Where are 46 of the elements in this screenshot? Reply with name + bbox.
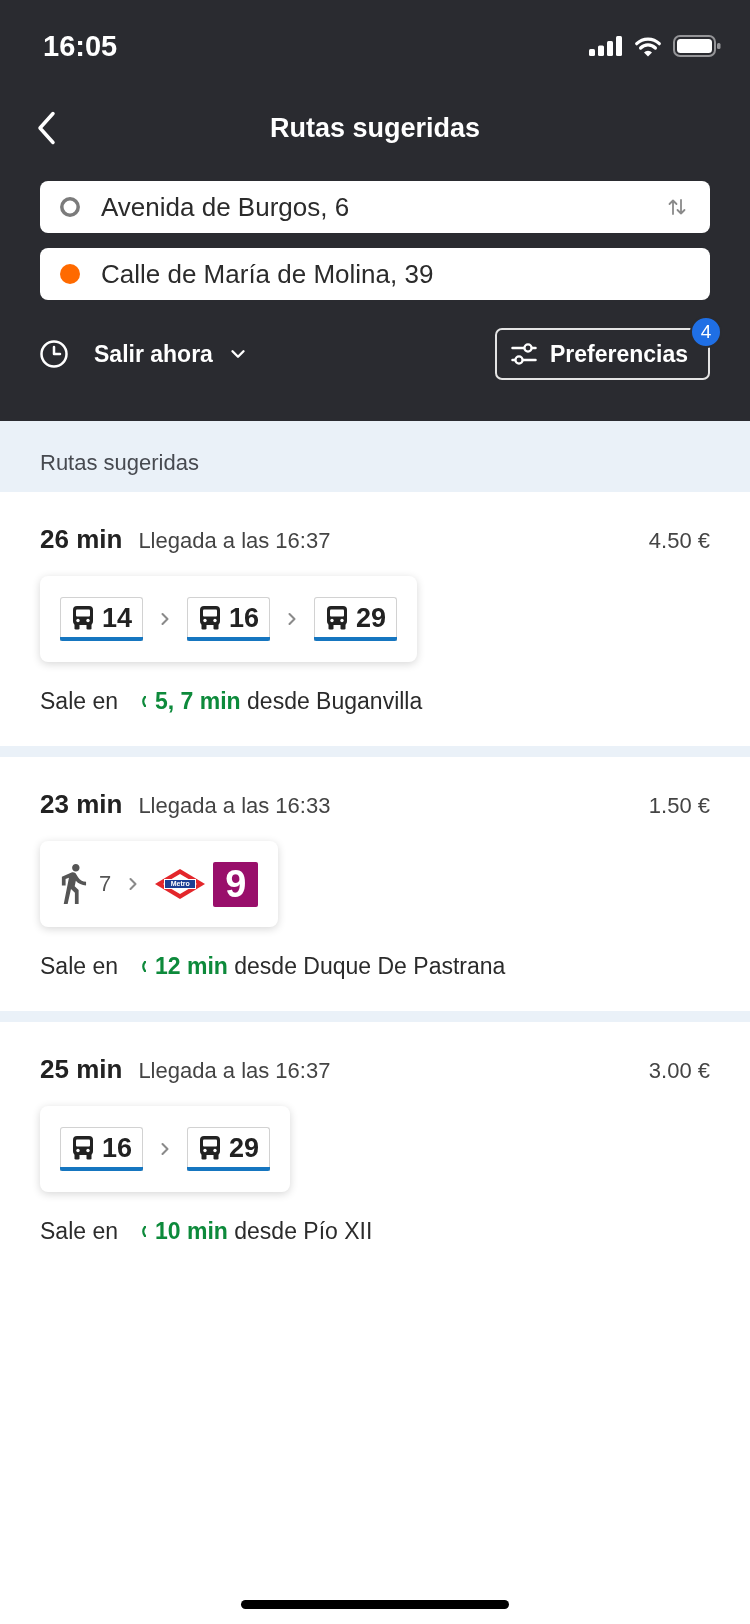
signal-icon bbox=[589, 36, 623, 56]
count-badge: 4 bbox=[690, 316, 722, 348]
trip-price: 3.00 € bbox=[648, 1057, 710, 1085]
sliders-icon bbox=[511, 343, 537, 365]
bus-icon bbox=[198, 1135, 223, 1160]
arrival-time: Llegada a las 16:33 bbox=[138, 792, 331, 820]
departure-label: Sale en bbox=[40, 688, 118, 714]
line-badge: 9 bbox=[213, 861, 259, 907]
line-number: 29 bbox=[229, 1132, 260, 1163]
departure-info: 10 min desde Pío XII bbox=[155, 1218, 373, 1244]
trip-duration: 25 min bbox=[40, 1053, 123, 1085]
section-title: Rutas sugeridas bbox=[40, 450, 199, 476]
bus-icon bbox=[325, 605, 350, 630]
bus-icon bbox=[71, 605, 95, 630]
arc-icon bbox=[141, 1225, 146, 1237]
arc-icon bbox=[141, 695, 146, 707]
walk-minutes: 7 bbox=[99, 870, 112, 898]
line-number: 29 bbox=[356, 602, 387, 633]
arrival-time: Llegada a las 16:37 bbox=[138, 1057, 331, 1085]
bus-icon bbox=[198, 605, 223, 630]
line-number: 16 bbox=[102, 1132, 133, 1163]
back-button[interactable] bbox=[37, 111, 57, 145]
departure-label: Sale en bbox=[40, 953, 118, 979]
arc-icon bbox=[141, 960, 146, 972]
status-time: 16:05 bbox=[43, 29, 118, 63]
swap-icon[interactable] bbox=[668, 199, 686, 215]
arrival-time: Llegada a las 16:37 bbox=[138, 527, 331, 555]
departure-info: 12 min desde Duque De Pastrana bbox=[155, 953, 506, 979]
departure-time-button[interactable]: Salir ahora bbox=[94, 339, 249, 369]
clock-icon bbox=[40, 340, 68, 368]
walking-person-icon bbox=[60, 864, 87, 904]
departure-info: 5, 7 min desde Buganvilla bbox=[155, 688, 423, 714]
origin-field[interactable]: Avenida de Burgos, 6 bbox=[40, 181, 710, 233]
line-number: 14 bbox=[102, 602, 133, 633]
line-number: 16 bbox=[229, 602, 260, 633]
trip-price: 4.50 € bbox=[648, 527, 710, 555]
wifi-icon bbox=[633, 35, 663, 57]
trip-price: 1.50 € bbox=[648, 792, 710, 820]
battery-icon bbox=[673, 35, 721, 57]
trip-duration: 26 min bbox=[40, 523, 123, 555]
departure-label: Sale en bbox=[40, 1218, 118, 1244]
destination-field[interactable]: Calle de María de Molina, 39 bbox=[40, 248, 710, 300]
bus-icon bbox=[71, 1135, 95, 1160]
back-chevron-icon bbox=[37, 111, 57, 145]
screen-title: Rutas sugeridas bbox=[269, 112, 481, 145]
trip-duration: 23 min bbox=[40, 788, 123, 820]
